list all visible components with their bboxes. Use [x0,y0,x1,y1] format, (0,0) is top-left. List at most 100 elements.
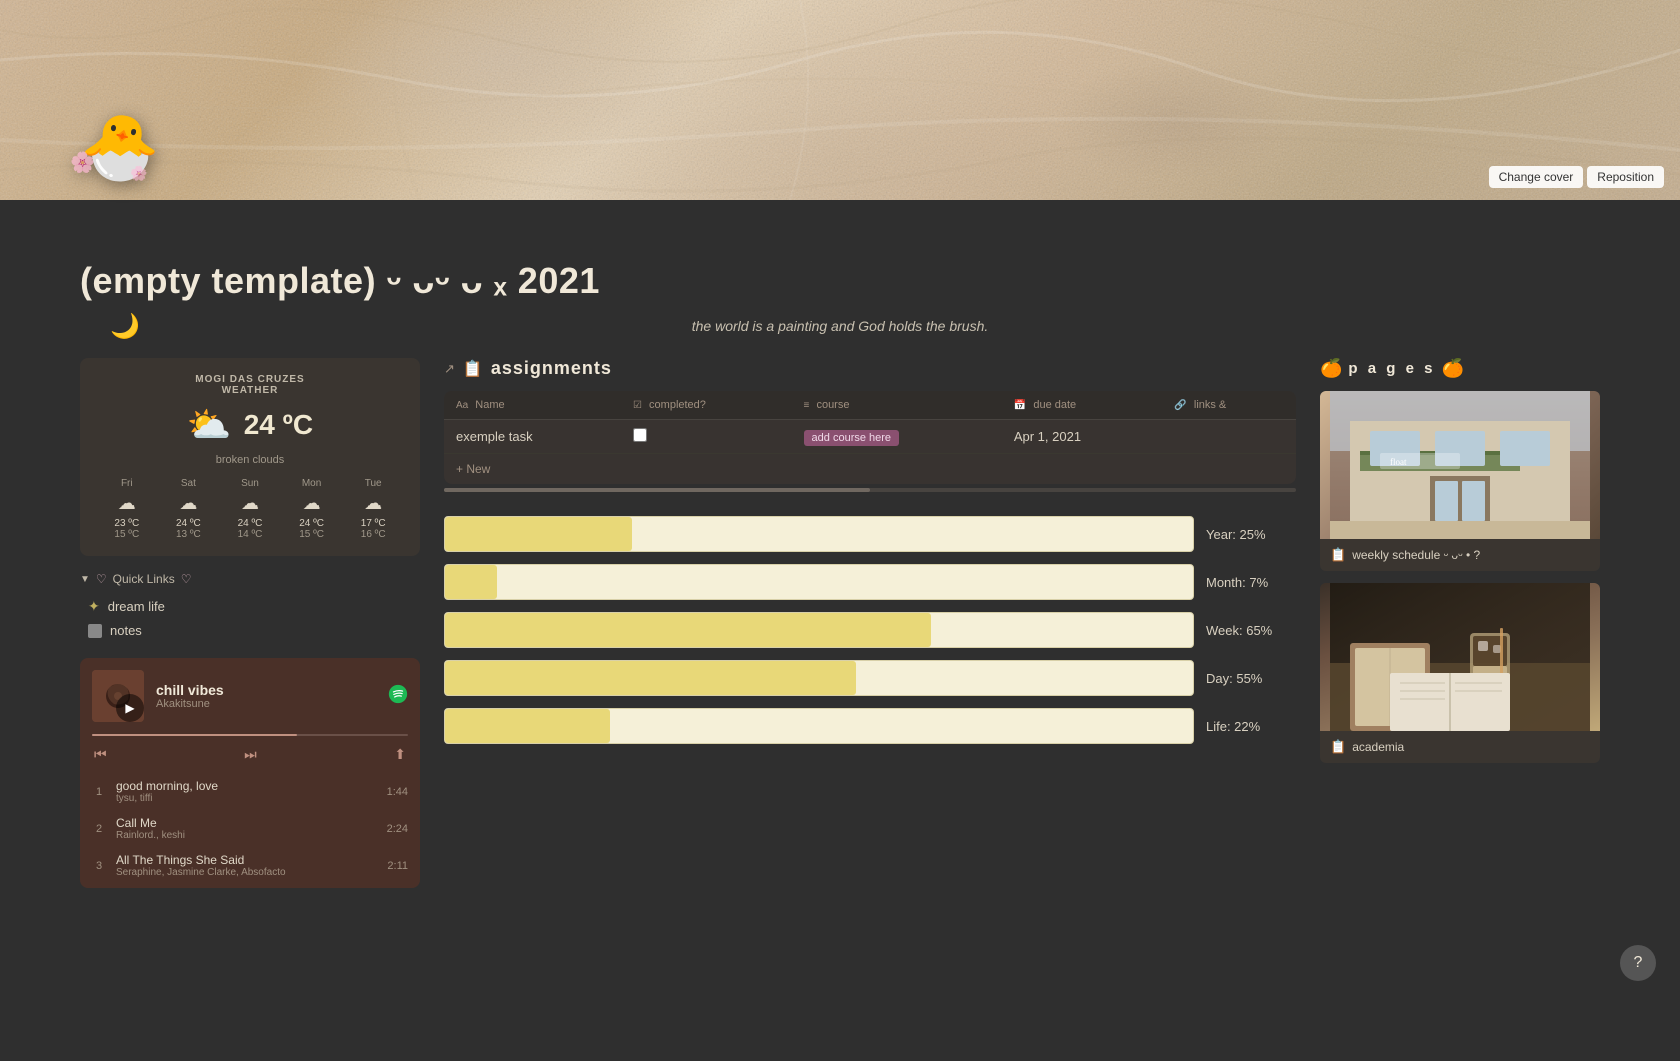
quick-link-notes[interactable]: notes [80,619,420,642]
main-grid: MOGI DAS CRUZES WEATHER ⛅ 24 ºC broken c… [80,358,1600,888]
page-title[interactable]: (empty template) ᵕ ᴗᵕ ᴗ ₓ 2021 [80,200,1600,302]
new-task-label[interactable]: + New [444,454,1296,485]
task-course-cell: add course here [792,420,1002,454]
notes-icon [88,624,102,638]
cover-action-buttons: Change cover Reposition [1489,166,1664,188]
track-number-3: 3 [92,860,106,872]
pages-header: 🍊 p a g e s 🍊 [1320,358,1600,379]
assignments-link-icon[interactable]: ↗ [444,361,455,377]
page-content: 🐣🌸🌸 (empty template) ᵕ ᴗᵕ ᴗ ₓ 2021 🌙 the… [0,200,1680,928]
svg-text:float: float [1390,457,1407,467]
course-tag[interactable]: add course here [804,430,900,446]
task-checkbox[interactable] [633,428,647,442]
progress-bar-month-bg [444,564,1194,600]
quick-links-arrow-icon: ▼ [80,574,90,585]
pages-emoji-right: 🍊 [1441,358,1463,379]
track-name-1: good morning, love [116,779,377,793]
music-progress-bar[interactable] [92,734,408,736]
track-info-3: All The Things She Said Seraphine, Jasmi… [116,853,377,878]
music-play-button-overlay[interactable]: ▶ [104,682,156,734]
weather-main: ⛅ 24 ºC [96,404,404,446]
track-duration-3: 2:11 [387,860,408,872]
assignments-header: ↗ 📋 assignments [444,358,1296,379]
page-card-weekly-schedule[interactable]: float 📋 [1320,391,1600,571]
table-row: exemple task add course here Apr 1, 2021 [444,420,1296,454]
assignments-table: Aa Name ☑ completed? ≡ course 📅 due date… [444,391,1296,484]
weather-day-mon: Mon ☁ 24 ºC 15 ºC [281,478,343,540]
assignments-header-row: Aa Name ☑ completed? ≡ course 📅 due date… [444,391,1296,420]
pages-title: p a g e s [1348,360,1435,377]
assignments-title: assignments [491,358,612,379]
track-artist-2: Rainlord., keshi [116,830,377,841]
page-card-academia[interactable]: 📋 academia [1320,583,1600,763]
weather-widget: MOGI DAS CRUZES WEATHER ⛅ 24 ºC broken c… [80,358,420,556]
progress-bar-day-bg [444,660,1194,696]
music-info: chill vibes Akakitsune [156,682,376,710]
help-button[interactable]: ? [1620,945,1656,981]
progress-bar-week-fill [445,613,931,647]
weather-icon: ⛅ [187,404,232,446]
progress-bar-life-bg [444,708,1194,744]
quick-links-heart-icon-2: ♡ [181,572,192,586]
quote-moon-icon: 🌙 [110,312,140,341]
academia-emoji: 📋 [1330,739,1346,755]
track-name-3: All The Things She Said [116,853,377,867]
col-due-date: 📅 due date [1002,391,1163,420]
assignments-table-head: Aa Name ☑ completed? ≡ course 📅 due date… [444,391,1296,420]
right-column: 🍊 p a g e s 🍊 [1320,358,1600,888]
weather-location: MOGI DAS CRUZES WEATHER [96,374,404,396]
progress-week-label: Week: 65% [1206,623,1296,638]
col-course: ≡ course [792,391,1002,420]
task-name-cell: exemple task [444,420,621,454]
progress-life: Life: 22% [444,708,1296,744]
quick-links-title: Quick Links [113,572,175,586]
spotify-icon[interactable] [388,684,408,709]
weather-description: broken clouds [96,454,404,466]
music-track-3[interactable]: 3 All The Things She Said Seraphine, Jas… [80,847,420,884]
cover-background [0,0,1680,200]
quick-link-dream-life[interactable]: ✦ dream life [80,594,420,619]
weather-forecast: Fri ☁ 23 ºC 15 ºC Sat ☁ 24 ºC 13 ºC Sun … [96,478,404,540]
change-cover-button[interactable]: Change cover [1489,166,1584,188]
new-task-row[interactable]: + New [444,454,1296,485]
skip-forward-button[interactable]: ⏭ [242,744,259,765]
play-pause-button[interactable]: ▶ [116,694,144,722]
progress-section: Year: 25% Month: 7% Week: 65% [444,516,1296,744]
progress-month-label: Month: 7% [1206,575,1296,590]
progress-year: Year: 25% [444,516,1296,552]
pages-emoji-left: 🍊 [1320,358,1342,379]
quick-link-notes-label: notes [110,623,142,638]
weather-temperature: 24 ºC [244,409,313,441]
progress-year-label: Year: 25% [1206,527,1296,542]
music-track-list: 1 good morning, love tysu, tiffi 1:44 2 … [80,769,420,888]
music-track-2[interactable]: 2 Call Me Rainlord., keshi 2:24 [80,810,420,847]
page-card-coffee-image [1320,583,1600,731]
track-artist-1: tysu, tiffi [116,793,377,804]
track-artist-3: Seraphine, Jasmine Clarke, Absofacto [116,867,377,878]
weather-day-sat: Sat ☁ 24 ºC 13 ºC [158,478,220,540]
reposition-button[interactable]: Reposition [1587,166,1664,188]
music-player-header: ▶ chill vibes Akakitsune [80,658,420,734]
music-playlist-title: chill vibes [156,682,376,698]
page-icon[interactable]: 🐣🌸🌸 [80,110,160,185]
weekly-schedule-emoji: 📋 [1330,547,1346,563]
assignments-section: ↗ 📋 assignments Aa Name ☑ completed? ≡ c… [444,358,1296,492]
progress-day: Day: 55% [444,660,1296,696]
track-name-2: Call Me [116,816,377,830]
quote-bar: 🌙 the world is a painting and God holds … [80,302,1600,350]
skip-back-button[interactable]: ⏮ [92,744,109,765]
task-completed-cell[interactable] [621,420,792,454]
col-links: 🔗 links & [1162,391,1296,420]
progress-bar-day-fill [445,661,856,695]
music-artist-name: Akakitsune [156,698,376,710]
table-scrollbar[interactable] [444,488,1296,492]
music-album-container: ▶ [92,670,144,722]
music-track-1[interactable]: 1 good morning, love tysu, tiffi 1:44 [80,773,420,810]
quick-links-header[interactable]: ▼ ♡ Quick Links ♡ [80,572,420,586]
quick-link-dream-life-label: dream life [108,599,165,614]
track-number-2: 2 [92,823,106,835]
weather-day-fri: Fri ☁ 23 ºC 15 ºC [96,478,158,540]
share-button[interactable]: ⬆ [392,744,408,765]
quick-links-heart-icon: ♡ [96,572,107,586]
track-duration-2: 2:24 [387,823,408,835]
